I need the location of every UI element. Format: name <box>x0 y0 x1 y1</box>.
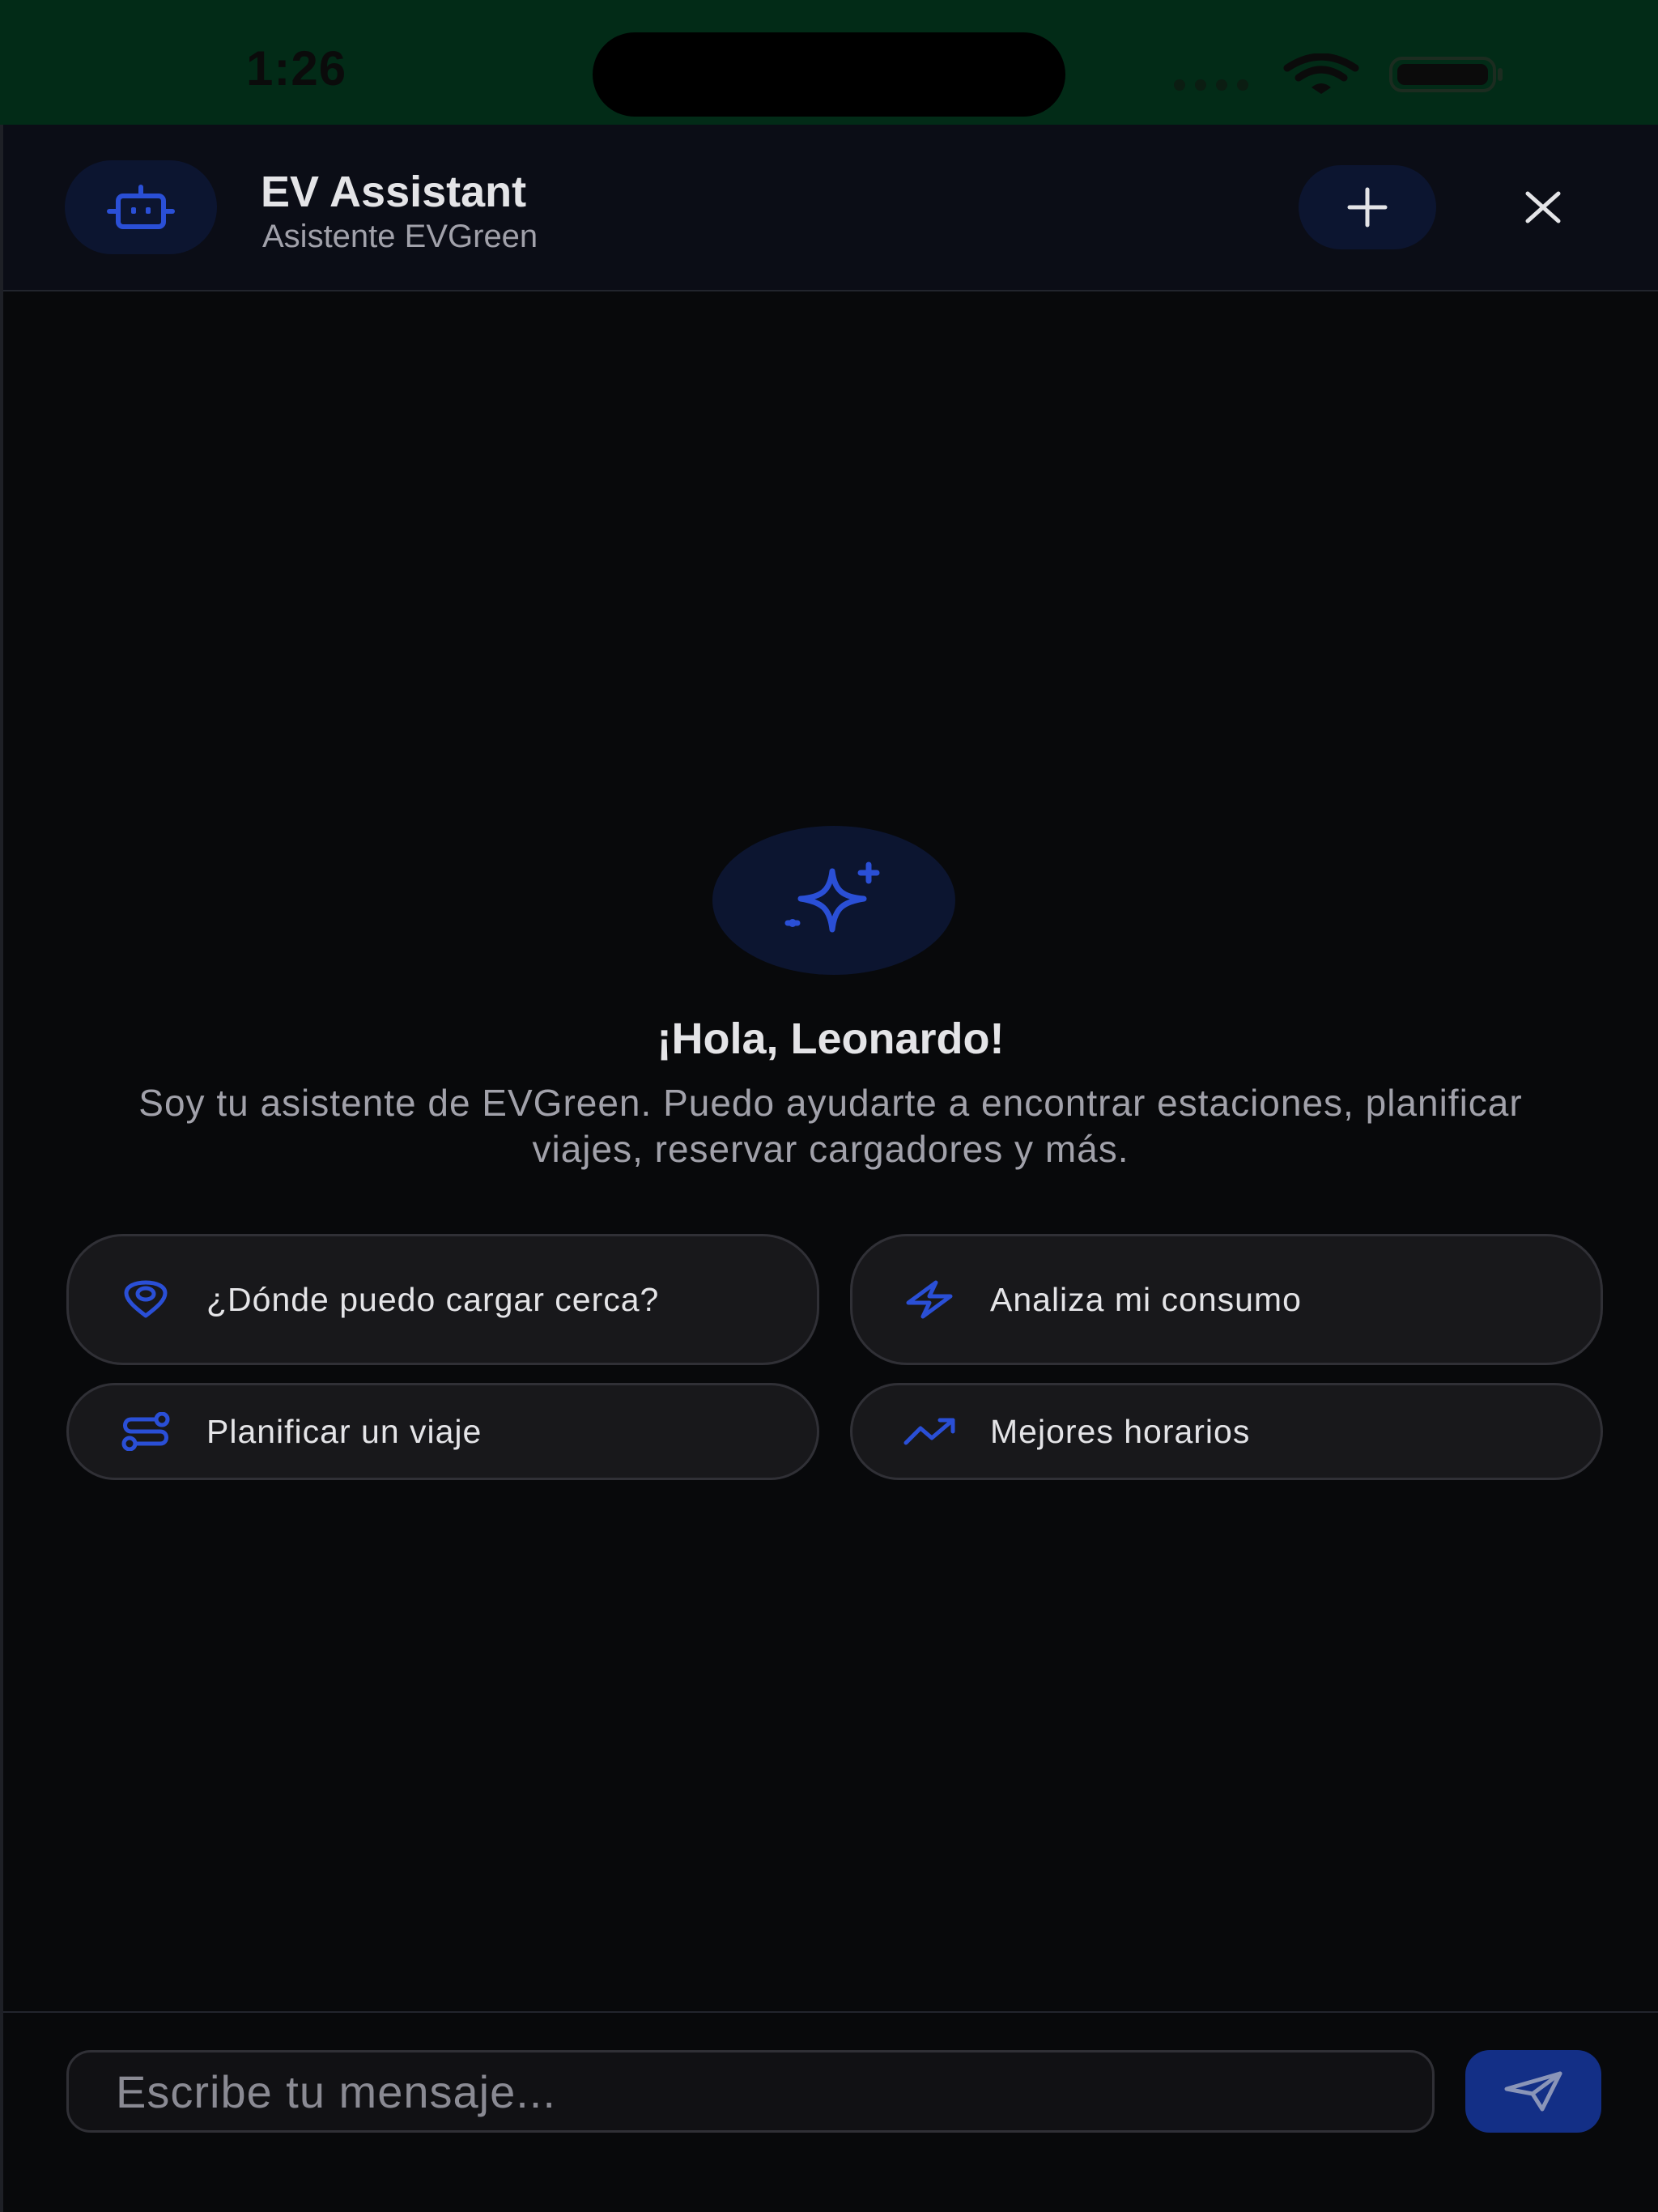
sparkles-icon <box>784 861 880 933</box>
plus-icon <box>1347 187 1388 228</box>
new-chat-button[interactable] <box>1299 165 1436 249</box>
status-bar: 1:26 <box>0 0 1658 125</box>
dynamic-island <box>593 32 1065 117</box>
map-pin-icon <box>119 1273 172 1326</box>
bot-icon <box>107 185 175 229</box>
message-input[interactable] <box>66 2050 1435 2133</box>
trending-up-icon <box>903 1405 956 1458</box>
message-composer <box>3 2011 1658 2212</box>
intro-text: Soy tu asistente de EVGreen. Puedo ayuda… <box>138 1082 1523 1170</box>
suggestion-best-hours[interactable]: Mejores horarios <box>850 1383 1603 1480</box>
greeting-heading: ¡Hola, Leonardo! <box>657 1015 1005 1063</box>
wifi-icon <box>1283 53 1359 94</box>
assistant-subtitle: Asistente EVGreen <box>262 219 538 254</box>
suggestion-label: ¿Dónde puedo cargar cerca? <box>206 1281 660 1318</box>
assistant-title: EV Assistant <box>261 168 527 216</box>
chat-panel: EV Assistant Asistente EVGreen ¡Hola, Le… <box>0 125 1658 2212</box>
route-icon <box>119 1405 172 1458</box>
suggestion-nearby-charging[interactable]: ¿Dónde puedo cargar cerca? <box>66 1234 819 1365</box>
suggestion-label: Analiza mi consumo <box>990 1281 1302 1318</box>
chat-header: EV Assistant Asistente EVGreen <box>3 125 1658 291</box>
suggestion-label: Mejores horarios <box>990 1413 1251 1450</box>
hero-badge <box>712 826 955 975</box>
suggestion-plan-trip[interactable]: Planificar un viaje <box>66 1383 819 1480</box>
battery-icon <box>1389 57 1503 92</box>
signal-dots-icon <box>1174 79 1248 91</box>
close-button[interactable] <box>1499 164 1587 251</box>
send-icon <box>1504 2071 1562 2112</box>
lightning-icon <box>903 1273 956 1326</box>
suggestion-label: Planificar un viaje <box>206 1413 483 1450</box>
close-icon <box>1525 191 1561 223</box>
send-button[interactable] <box>1465 2050 1601 2133</box>
status-time: 1:26 <box>246 41 347 96</box>
assistant-avatar <box>65 160 217 254</box>
suggestion-analyze-consumption[interactable]: Analiza mi consumo <box>850 1234 1603 1365</box>
